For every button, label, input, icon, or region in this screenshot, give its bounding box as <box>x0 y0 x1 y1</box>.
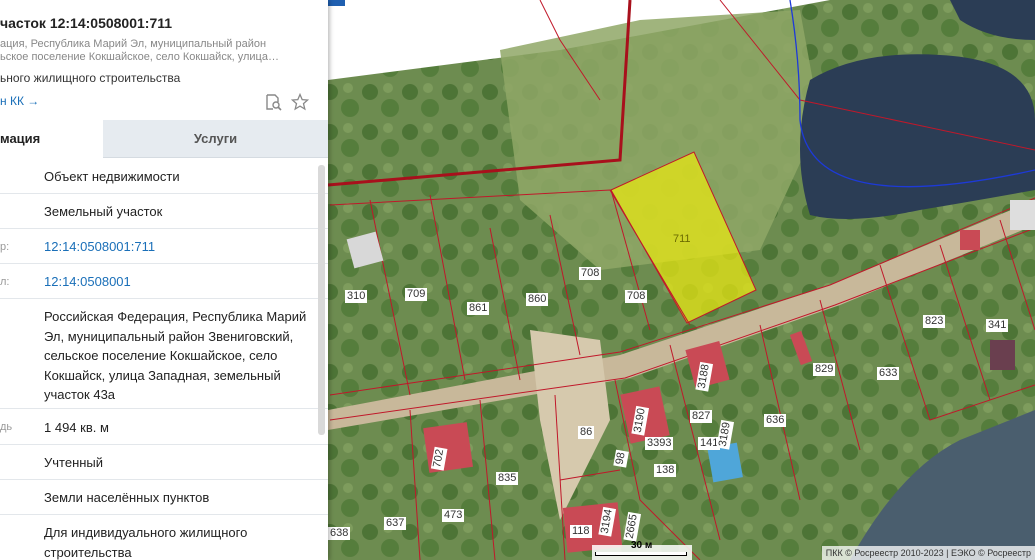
scale-bar: 30 м <box>595 540 687 556</box>
cadastral-quarter-link[interactable]: 12:14:0508001 <box>44 272 314 292</box>
tab-information[interactable]: мация <box>0 120 103 158</box>
attribute-key: л: <box>0 276 10 288</box>
attribute-value: Учтенный <box>44 455 104 470</box>
attribute-row: Земельный участок <box>0 194 328 229</box>
tab-bar: мация Услуги <box>0 120 328 158</box>
address-line: ация, Республика Марий Эл, муниципальный… <box>0 38 267 50</box>
attribute-value: Для индивидуального жилищного строительс… <box>44 525 248 560</box>
plot-label[interactable]: 636 <box>764 414 787 427</box>
panel-scrollbar[interactable] <box>318 165 325 435</box>
star-icon[interactable] <box>290 92 310 111</box>
plot-label[interactable]: 118 <box>570 525 592 538</box>
attribute-row: Учтенный <box>0 445 328 480</box>
plot-label[interactable]: 341 <box>986 319 1009 332</box>
kk-link[interactable]: н КК → <box>0 94 39 108</box>
attribute-value: Земельный участок <box>44 204 163 219</box>
plot-label[interactable]: 823 <box>923 315 946 328</box>
attribute-row: Для индивидуального жилищного строительс… <box>0 515 328 560</box>
attribute-value: Объект недвижимости <box>44 169 180 184</box>
plot-label[interactable]: 98 <box>613 449 629 468</box>
plot-label[interactable]: 138 <box>654 464 677 477</box>
map-attribution: ПКК © Росреестр 2010-2023 | ЕЭКО © Росре… <box>821 546 1035 560</box>
search-document-icon[interactable] <box>264 93 282 111</box>
plot-label[interactable]: 310 <box>345 290 368 303</box>
attribute-row: Объект недвижимости <box>0 158 328 194</box>
attributes-list: Объект недвижимости Земельный участок р:… <box>0 158 328 560</box>
panel-title: часток 12:14:0508001:711 <box>0 15 173 31</box>
plot-label[interactable]: 633 <box>877 367 900 380</box>
cadastral-number-link[interactable]: 12:14:0508001:711 <box>44 237 314 257</box>
plot-label[interactable]: 827 <box>690 410 713 423</box>
plot-label[interactable]: 835 <box>496 472 519 485</box>
tab-services[interactable]: Услуги <box>103 120 328 158</box>
plot-label[interactable]: 708 <box>625 290 648 303</box>
scale-bar-line <box>595 552 687 556</box>
plot-label[interactable]: 637 <box>384 517 407 530</box>
plot-label[interactable]: 860 <box>526 293 549 306</box>
address-line: ьское поселение Кокшайское, село Кокшайс… <box>0 51 279 63</box>
plot-label[interactable]: 473 <box>442 509 465 522</box>
plot-label[interactable]: 861 <box>467 302 490 315</box>
selected-plot-label[interactable]: 711 <box>673 233 691 245</box>
attribute-value: Земли населённых пунктов <box>44 490 210 505</box>
plot-label[interactable]: 86 <box>578 426 595 439</box>
info-panel: часток 12:14:0508001:711 ация, Республик… <box>0 0 328 560</box>
attribute-value: Российская Федерация, Республика Марий Э… <box>44 309 307 402</box>
attribute-row: Российская Федерация, Республика Марий Э… <box>0 299 328 409</box>
attribute-key: р: <box>0 241 10 253</box>
plot-label[interactable]: 709 <box>405 288 428 301</box>
plot-label[interactable]: 829 <box>813 363 836 376</box>
scale-label: 30 м <box>631 540 653 551</box>
attribute-key: дь: <box>0 421 12 433</box>
plot-label[interactable]: 3393 <box>645 437 674 450</box>
plot-label[interactable]: 638 <box>328 527 351 540</box>
attribute-row: Земли населённых пунктов <box>0 480 328 515</box>
permitted-use: ьного жилищного строительства <box>0 71 181 85</box>
attribute-row: дь: 1 494 кв. м <box>0 409 328 445</box>
attribute-row: р: 12:14:0508001:711 <box>0 229 328 264</box>
attribute-row: л: 12:14:0508001 <box>0 264 328 299</box>
plot-label[interactable]: 708 <box>579 267 602 280</box>
attribute-value: 1 494 кв. м <box>44 420 109 435</box>
